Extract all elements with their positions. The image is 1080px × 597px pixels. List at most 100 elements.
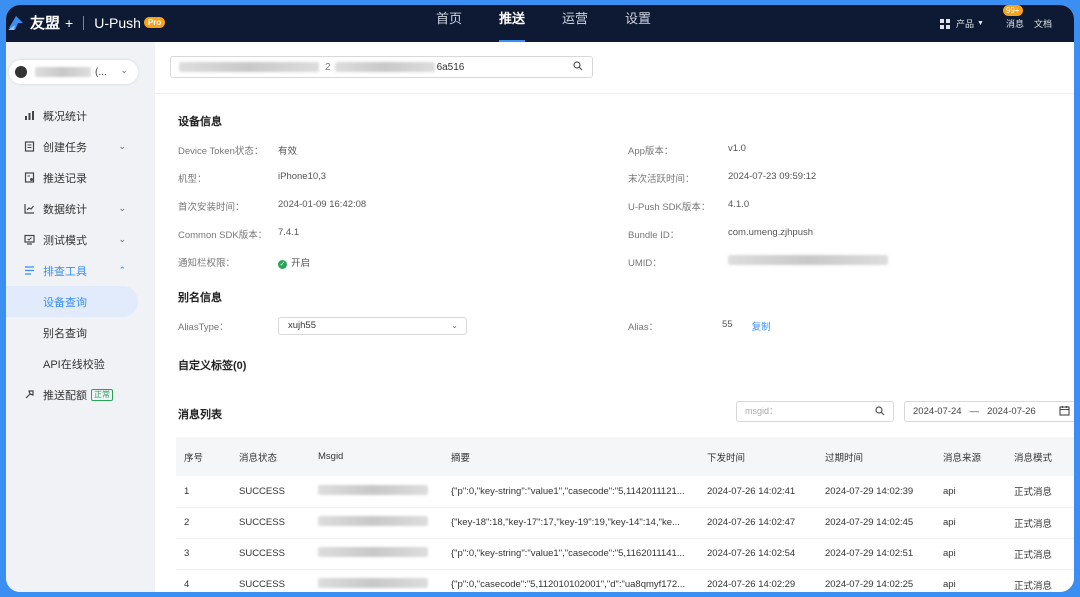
form-icon	[24, 141, 35, 152]
row-expire-time: 2024-07-29 14:02:25	[817, 569, 935, 592]
date-range-picker[interactable]: 2024-07-24 — 2024-07-26	[904, 401, 1074, 422]
row-status: SUCCESS	[231, 507, 310, 539]
chevron-down-icon: ⌄	[118, 234, 126, 244]
alias-info-title: 别名信息	[178, 292, 222, 304]
sidebar: (... ⌄ 概况统计 创建任务 ⌄ 推送记录 数据统计 ⌄ 测试模式 ⌄ 排查…	[6, 42, 155, 592]
chevron-down-icon: ⌄	[118, 141, 126, 151]
search-value-partial: 2	[325, 61, 331, 73]
row-msgid-redacted[interactable]	[310, 476, 443, 508]
search-icon[interactable]	[573, 61, 583, 74]
row-send-time: 2024-07-26 14:02:54	[699, 538, 817, 570]
alias-value: 55	[722, 319, 733, 330]
row-expire-time: 2024-07-29 14:02:51	[817, 538, 935, 570]
column-header: 下发时间	[699, 437, 817, 476]
device-search-input[interactable]: 2 6a516	[170, 56, 593, 78]
table-row[interactable]: 1 SUCCESS {"p":0,"key-string":"value1","…	[176, 476, 1074, 508]
search-value-suffix: 6a516	[436, 61, 465, 73]
row-source: api	[935, 538, 1006, 570]
sidebar-menu: 概况统计 创建任务 ⌄ 推送记录 数据统计 ⌄ 测试模式 ⌄ 排查工具 ⌃ 设备…	[6, 100, 155, 410]
umid-row: UMID：	[628, 255, 888, 269]
calendar-icon[interactable]	[1059, 405, 1070, 419]
device-token-status-row: Device Token状态： 有效	[178, 143, 297, 157]
sidebar-subitem-api-check[interactable]: API在线校验	[6, 348, 155, 379]
sidebar-subitem-alias-query[interactable]: 别名查询	[6, 317, 155, 348]
row-mode: 正式消息	[1006, 507, 1074, 539]
list-icon	[24, 265, 35, 276]
table-row[interactable]: 3 SUCCESS {"p":0,"key-string":"value1","…	[176, 538, 1074, 570]
field-label: Bundle ID：	[628, 230, 680, 241]
row-expire-time: 2024-07-29 14:02:45	[817, 507, 935, 539]
messages-link[interactable]: 99+ 消息	[1002, 5, 1024, 30]
brand-logo[interactable]: 友盟 + U-Push Pro	[6, 12, 166, 33]
record-icon	[24, 172, 35, 183]
products-menu[interactable]: 产品 ▼	[940, 17, 984, 30]
app-version-row: App版本： v1.0	[628, 143, 746, 157]
product-name: U-Push	[94, 14, 141, 31]
app-name-suffix: (...	[95, 66, 107, 78]
row-status: SUCCESS	[231, 538, 310, 570]
copy-alias-button[interactable]: 复制	[752, 319, 771, 333]
alias-type-select[interactable]: xujh55 ⌄	[278, 317, 467, 335]
row-status: SUCCESS	[231, 476, 310, 508]
field-label: 机型：	[178, 174, 207, 185]
apple-icon	[15, 66, 27, 78]
date-start[interactable]: 2024-07-24	[913, 406, 962, 417]
sidebar-item-test-mode[interactable]: 测试模式 ⌄	[6, 224, 155, 255]
field-label: U-Push SDK版本：	[628, 202, 711, 213]
row-number: 4	[176, 569, 231, 592]
sidebar-item-data-stats[interactable]: 数据统计 ⌄	[6, 193, 155, 224]
sidebar-item-label: 创建任务	[43, 141, 87, 154]
pro-badge: Pro	[143, 17, 166, 28]
notification-permission-row: 通知栏权限： ✓ 开启	[178, 255, 310, 269]
search-value-redacted	[179, 62, 319, 72]
nav-push[interactable]: 推送	[499, 5, 526, 42]
search-icon[interactable]	[875, 402, 885, 423]
brand-name: 友盟	[30, 15, 61, 32]
row-msgid-redacted[interactable]	[310, 538, 443, 570]
first-install-row: 首次安装时间： 2024-01-09 16:42:08	[178, 199, 366, 213]
date-end[interactable]: 2024-07-26	[987, 406, 1036, 417]
top-right-actions: 产品 ▼ 99+ 消息 文档	[940, 5, 1052, 42]
nav-settings[interactable]: 设置	[625, 5, 651, 42]
row-source: api	[935, 476, 1006, 508]
umeng-logo-icon	[8, 15, 23, 30]
row-msgid-redacted[interactable]	[310, 569, 443, 592]
row-source: api	[935, 507, 1006, 539]
row-mode: 正式消息	[1006, 476, 1074, 508]
row-number: 1	[176, 476, 231, 508]
row-send-time: 2024-07-26 14:02:29	[699, 569, 817, 592]
table-row[interactable]: 2 SUCCESS {"key-18":18,"key-17":17,"key-…	[176, 507, 1074, 539]
sidebar-item-label: 推送记录	[43, 172, 87, 185]
field-label: Alias：	[628, 322, 659, 333]
sidebar-subitem-device-query[interactable]: 设备查询	[6, 286, 138, 317]
quota-status-tag: 正常	[91, 388, 113, 401]
docs-link[interactable]: 文档	[1034, 17, 1052, 30]
column-header: 消息状态	[231, 437, 310, 476]
app-selector[interactable]: (... ⌄	[9, 60, 138, 84]
nav-home[interactable]: 首页	[436, 5, 462, 42]
app-name-redacted	[35, 67, 91, 77]
messages-count-badge: 99+	[1002, 5, 1023, 16]
row-msgid-redacted[interactable]	[310, 507, 443, 539]
chevron-down-icon: ⌄	[118, 203, 126, 213]
sidebar-item-troubleshooting[interactable]: 排查工具 ⌃	[6, 255, 155, 286]
alias-type-row: AliasType：	[178, 319, 278, 333]
table-row[interactable]: 4 SUCCESS {"p":0,"casecode":"5,112010102…	[176, 569, 1074, 592]
sidebar-item-create-task[interactable]: 创建任务 ⌄	[6, 131, 155, 162]
field-value: v1.0	[728, 143, 746, 154]
row-number: 2	[176, 507, 231, 539]
row-send-time: 2024-07-26 14:02:41	[699, 476, 817, 508]
bar-chart-icon	[24, 110, 35, 121]
sidebar-item-overview[interactable]: 概况统计	[6, 100, 155, 131]
field-label: App版本：	[628, 146, 674, 157]
check-circle-icon: ✓	[278, 260, 287, 269]
sidebar-item-push-quota[interactable]: 推送配额 正常	[6, 379, 155, 410]
nav-operations[interactable]: 运营	[562, 5, 588, 42]
sidebar-item-push-records[interactable]: 推送记录	[6, 162, 155, 193]
msgid-search-input[interactable]: msgid：	[736, 401, 894, 422]
field-label: Common SDK版本：	[178, 230, 268, 241]
field-value: 有效	[278, 146, 298, 157]
field-label: UMID：	[628, 258, 662, 269]
device-model-row: 机型： iPhone10,3	[178, 171, 326, 185]
upush-sdk-row: U-Push SDK版本： 4.1.0	[628, 199, 749, 213]
